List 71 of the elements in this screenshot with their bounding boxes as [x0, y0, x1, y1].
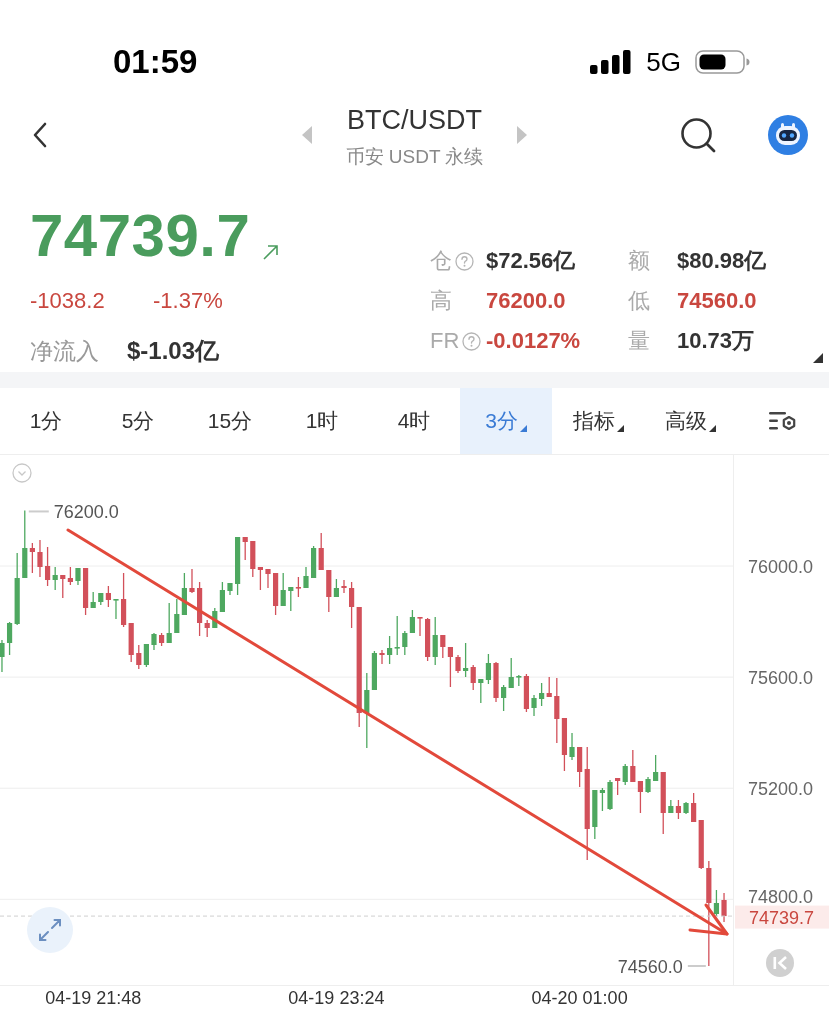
chart-collapse-icon[interactable] — [12, 463, 32, 483]
corner-triangle-icon[interactable] — [813, 353, 823, 363]
back-icon[interactable] — [33, 122, 47, 148]
candle — [493, 661, 499, 703]
price-change-percent: -1.37% — [153, 287, 223, 315]
help-icon[interactable] — [462, 331, 482, 351]
candle — [303, 566, 309, 589]
stat-label: 仓 — [430, 247, 452, 275]
stat-value: 76200.0 — [486, 288, 567, 314]
candle — [0, 639, 5, 673]
chart-settings-icon[interactable] — [768, 410, 797, 432]
candle — [227, 582, 233, 596]
pair-title: BTC/USDT — [347, 103, 482, 137]
stat-value: 10.73万 — [677, 327, 756, 355]
candle — [455, 654, 461, 674]
time-axis-label: 04-20 01:00 — [531, 987, 628, 1008]
market-subtitle: 币安 USDT 永续 — [345, 145, 484, 168]
candle — [531, 694, 537, 717]
high-leader-line — [27, 510, 50, 513]
signal-icon — [590, 50, 633, 74]
stat-value: $80.98亿 — [677, 247, 767, 275]
price-axis-label: 74800.0 — [748, 886, 814, 907]
interval-tab[interactable]: 指标 — [552, 388, 644, 454]
expand-chart-icon[interactable] — [27, 907, 73, 953]
stat-value: $72.56亿 — [486, 247, 577, 275]
interval-tab[interactable]: 1时 — [276, 388, 368, 454]
candle — [569, 732, 575, 761]
stat-label: FR — [430, 328, 460, 354]
last-price-tag: 74739.7 — [735, 905, 829, 929]
price-axis-label: 75200.0 — [748, 779, 814, 800]
net-inflow-label: 净流入 — [30, 336, 100, 366]
interval-tab[interactable]: 3分 — [460, 388, 552, 454]
candle — [75, 567, 81, 586]
interval-tab[interactable]: 5分 — [92, 388, 184, 454]
interval-tab[interactable]: 高级 — [644, 388, 736, 454]
time-axis-label: 04-19 21:48 — [45, 987, 142, 1008]
candle — [113, 598, 119, 620]
search-icon[interactable] — [680, 117, 716, 153]
interval-tab[interactable]: 4时 — [368, 388, 460, 454]
stat-label: 额 — [628, 247, 650, 275]
robot-avatar-icon[interactable] — [768, 115, 808, 155]
low-price-label: 74560.0 — [617, 956, 683, 977]
status-time: 01:59 — [113, 44, 198, 80]
candle — [341, 579, 347, 594]
help-icon[interactable] — [455, 251, 474, 271]
candle — [607, 779, 613, 811]
interval-tab[interactable]: 1分 — [0, 388, 92, 454]
battery-icon — [695, 50, 750, 74]
candle — [417, 616, 423, 637]
candle — [189, 568, 195, 594]
stat-value: -0.0127% — [486, 328, 582, 354]
candle — [265, 568, 271, 589]
low-leader-line — [686, 965, 707, 967]
stat-value: 74560.0 — [677, 288, 758, 314]
stat-label: 低 — [628, 287, 650, 315]
stat-label: 量 — [628, 327, 650, 355]
price-change: -1038.2 — [30, 287, 106, 315]
time-axis-label: 04-19 23:24 — [288, 987, 385, 1008]
candle — [151, 632, 157, 651]
price-axis-label: 76000.0 — [748, 557, 814, 577]
candle — [379, 649, 385, 665]
interval-tab[interactable]: 15分 — [184, 388, 276, 454]
net-inflow-value: $-1.03亿 — [127, 336, 220, 366]
stat-label: 高 — [430, 287, 452, 315]
candle — [37, 539, 43, 578]
previous-pair-icon[interactable] — [301, 126, 312, 144]
high-price-label: 76200.0 — [53, 501, 119, 522]
last-price: 74739.7 — [30, 205, 251, 267]
network-label: 5G — [646, 47, 681, 77]
price-axis-label: 75600.0 — [748, 668, 814, 689]
next-pair-icon[interactable] — [517, 126, 528, 144]
